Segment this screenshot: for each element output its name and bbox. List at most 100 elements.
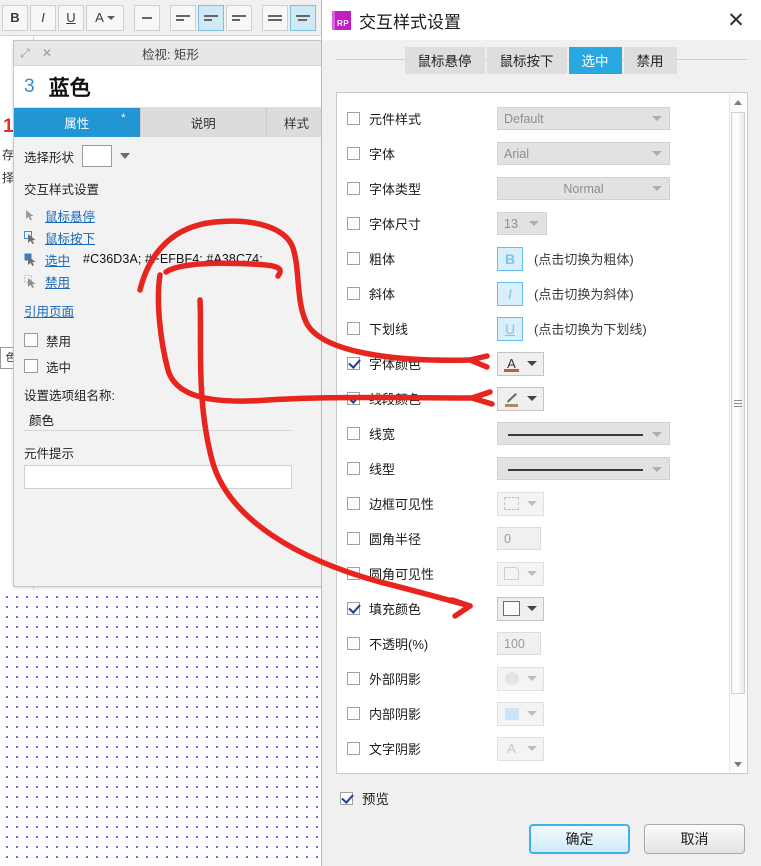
corner-visibility-button[interactable]: [497, 561, 544, 586]
preview-checkbox[interactable]: [340, 791, 353, 805]
align-bottom-button[interactable]: [226, 4, 252, 31]
fill-color-checkbox[interactable]: [347, 602, 360, 615]
group-name-input[interactable]: 颜色: [24, 407, 292, 431]
line-width-select[interactable]: [497, 422, 670, 445]
cursor-pressed-icon: [24, 230, 38, 244]
style-properties-panel: 元件样式 Default 字体 Arial 字体类型 Normal 字体尺寸 1…: [336, 92, 748, 774]
line-type-checkbox[interactable]: [347, 462, 360, 475]
chevron-down-icon: [106, 15, 115, 20]
state-hover-link[interactable]: 鼠标悬停: [45, 206, 95, 225]
font-color-label: A: [95, 10, 104, 25]
tab-style[interactable]: 样式: [267, 108, 327, 137]
underline-toggle-button[interactable]: U: [497, 316, 523, 341]
dialog-title-text: 交互样式设置: [359, 12, 461, 32]
scroll-up-button[interactable]: [730, 94, 746, 110]
inner-shadow-button[interactable]: [497, 701, 544, 726]
shape-selector-row: 选择形状: [24, 145, 317, 167]
text-shadow-label: 文字阴影: [369, 742, 422, 757]
disabled-checkbox[interactable]: [24, 333, 38, 347]
tab-properties[interactable]: 属性 *: [14, 108, 141, 137]
fill-color-icon: [501, 599, 522, 618]
tooltip-input[interactable]: [24, 465, 292, 489]
tab-selected[interactable]: 选中: [568, 46, 622, 74]
selected-checkbox-label: 选中: [46, 360, 72, 375]
bold-button[interactable]: B: [2, 4, 28, 31]
italic-toggle-button[interactable]: I: [497, 281, 523, 306]
font-style-value: Normal: [563, 181, 604, 196]
tab-mouse-hover[interactable]: 鼠标悬停: [404, 46, 485, 74]
fill-color-picker-button[interactable]: [497, 596, 544, 621]
state-row-selected[interactable]: 选中 #C36D3A; #FEFBF4; #A38C74;: [24, 248, 317, 270]
preview-row[interactable]: 预览: [340, 788, 389, 808]
font-style-select[interactable]: Normal: [497, 177, 670, 200]
font-select[interactable]: Arial: [497, 142, 670, 165]
underline-checkbox[interactable]: [347, 322, 360, 335]
state-selected-link[interactable]: 选中: [45, 250, 70, 269]
scrollbar-thumb[interactable]: [731, 112, 745, 694]
font-color-checkbox[interactable]: [347, 357, 360, 370]
border-visibility-checkbox[interactable]: [347, 497, 360, 510]
indent-button[interactable]: [134, 4, 160, 31]
line-type-select[interactable]: [497, 457, 670, 480]
corner-visibility-checkbox[interactable]: [347, 567, 360, 580]
italic-checkbox[interactable]: [347, 287, 360, 300]
line-color-checkbox[interactable]: [347, 392, 360, 405]
state-row-hover[interactable]: 鼠标悬停: [24, 204, 317, 226]
inner-shadow-icon: [501, 704, 522, 723]
align-left-button[interactable]: [262, 4, 288, 31]
font-color-button[interactable]: A: [86, 4, 124, 31]
reference-page-link[interactable]: 引用页面: [24, 305, 74, 319]
row-inner-shadow: 内部阴影: [347, 696, 747, 731]
state-row-pressed[interactable]: 鼠标按下: [24, 226, 317, 248]
ok-button[interactable]: 确定: [529, 824, 630, 854]
align-middle-button[interactable]: [198, 4, 224, 31]
corner-radius-checkbox[interactable]: [347, 532, 360, 545]
underline-button[interactable]: U: [58, 4, 84, 31]
widget-style-select[interactable]: Default: [497, 107, 670, 130]
line-width-checkbox[interactable]: [347, 427, 360, 440]
bold-toggle-button[interactable]: B: [497, 246, 523, 271]
italic-hint: (点击切换为斜体): [534, 287, 634, 302]
border-visibility-button[interactable]: [497, 491, 544, 516]
font-size-select[interactable]: 13: [497, 212, 547, 235]
font-checkbox[interactable]: [347, 147, 360, 160]
checkbox-row-disabled[interactable]: 禁用: [24, 327, 317, 353]
inspector-header: 3 蓝色: [14, 66, 327, 108]
row-text-shadow: 文字阴影 A: [347, 731, 747, 766]
design-canvas-grid[interactable]: [0, 590, 322, 866]
bold-checkbox[interactable]: [347, 252, 360, 265]
shape-swatch[interactable]: [82, 145, 113, 167]
align-top-button[interactable]: [170, 4, 196, 31]
widget-style-value: Default: [504, 111, 544, 126]
state-row-disabled[interactable]: 禁用: [24, 270, 317, 292]
cancel-button[interactable]: 取消: [644, 824, 745, 854]
state-pressed-link[interactable]: 鼠标按下: [45, 228, 95, 247]
panel-scrollbar[interactable]: [729, 94, 746, 772]
selected-checkbox[interactable]: [24, 359, 38, 373]
opacity-input[interactable]: 100: [497, 632, 541, 655]
outer-shadow-button[interactable]: [497, 666, 544, 691]
line-color-picker-button[interactable]: [497, 386, 544, 411]
tab-mouse-down[interactable]: 鼠标按下: [486, 46, 567, 74]
scroll-down-button[interactable]: [730, 756, 746, 772]
tab-disabled[interactable]: 禁用: [623, 46, 677, 74]
close-icon[interactable]: ✕: [723, 8, 749, 32]
font-style-checkbox[interactable]: [347, 182, 360, 195]
chevron-down-icon[interactable]: [120, 153, 131, 159]
opacity-checkbox[interactable]: [347, 637, 360, 650]
inner-shadow-checkbox[interactable]: [347, 707, 360, 720]
row-font: 字体 Arial: [347, 136, 747, 171]
text-shadow-button[interactable]: A: [497, 736, 544, 761]
outer-shadow-checkbox[interactable]: [347, 672, 360, 685]
checkbox-row-selected[interactable]: 选中: [24, 353, 317, 379]
align-center-button[interactable]: [290, 4, 316, 31]
italic-button[interactable]: I: [30, 4, 56, 31]
font-color-picker-button[interactable]: A: [497, 351, 544, 376]
state-disabled-link[interactable]: 禁用: [45, 272, 70, 291]
font-size-checkbox[interactable]: [347, 217, 360, 230]
text-shadow-checkbox[interactable]: [347, 742, 360, 755]
fill-color-label: 填充颜色: [369, 602, 422, 617]
widget-style-checkbox[interactable]: [347, 112, 360, 125]
tab-notes[interactable]: 说明: [141, 108, 267, 137]
corner-radius-input[interactable]: 0: [497, 527, 541, 550]
